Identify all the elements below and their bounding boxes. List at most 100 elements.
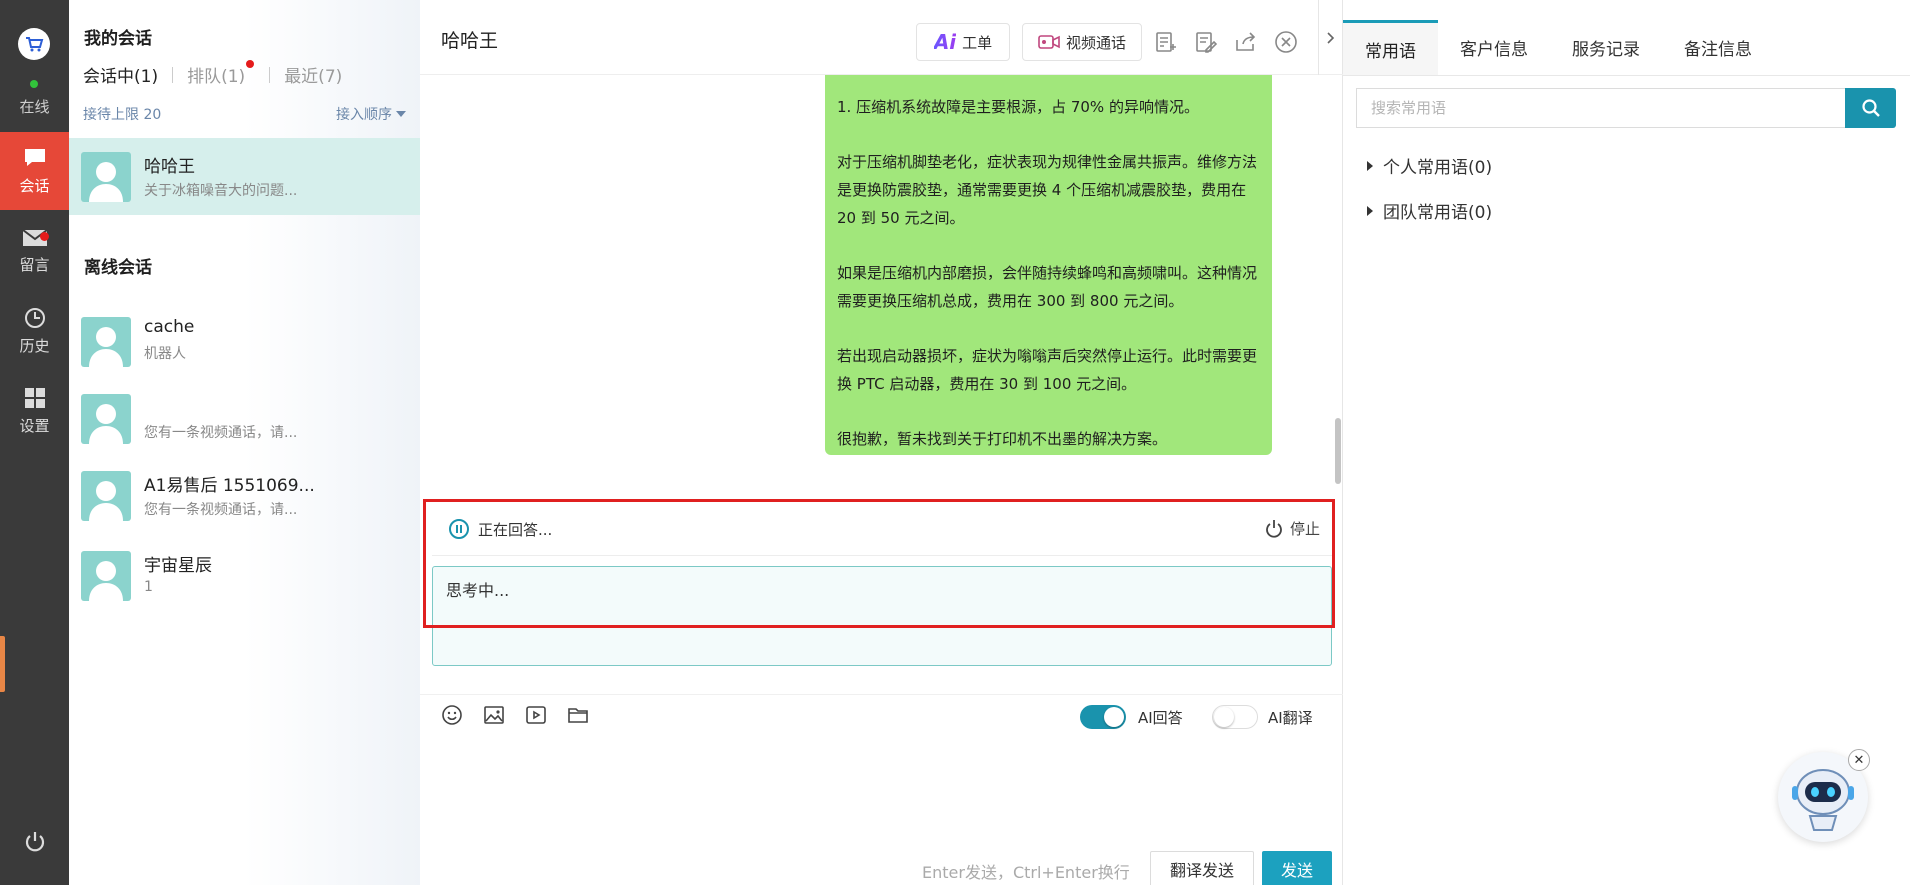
conversation-item-active[interactable]: 哈哈王 关于冰箱噪音大的问题... bbox=[69, 138, 420, 215]
avatar bbox=[81, 471, 131, 521]
sort-order-dropdown[interactable]: 接入顺序 bbox=[336, 104, 406, 124]
video-icon[interactable] bbox=[524, 703, 548, 727]
user-avatar-icon bbox=[89, 561, 123, 601]
group-team-replies[interactable]: 团队常用语(0) bbox=[1367, 198, 1492, 223]
conversation-item[interactable]: A1易售后 1551069... 您有一条视频通话，请... bbox=[69, 457, 420, 534]
tab-customer-info[interactable]: 客户信息 bbox=[1438, 20, 1550, 75]
caret-right-icon bbox=[1367, 160, 1373, 171]
image-icon[interactable] bbox=[482, 703, 506, 727]
message-paragraph: 如果是压缩机内部磨损，会伴随持续蜂鸣和高频啸叫。这种情况需要更换压缩机总成，费用… bbox=[837, 264, 1258, 310]
highlight-annotation-box bbox=[423, 499, 1335, 628]
transfer-icon[interactable] bbox=[1234, 30, 1258, 54]
chat-icon bbox=[24, 148, 45, 166]
user-avatar-icon bbox=[89, 404, 123, 444]
conversation-preview: 您有一条视频通话，请... bbox=[144, 502, 298, 518]
tab-queue-label: 排队(1) bbox=[187, 67, 246, 87]
clock-icon bbox=[24, 307, 45, 328]
toggle-knob bbox=[1104, 707, 1124, 727]
quick-reply-search bbox=[1356, 88, 1896, 128]
rail-item-label: 历史 bbox=[19, 336, 50, 355]
user-avatar-icon bbox=[89, 327, 123, 367]
conversation-name: A1易售后 1551069... bbox=[144, 476, 315, 496]
tab-queue[interactable]: 排队(1) bbox=[187, 60, 255, 87]
message-paragraph: 1. 压缩机系统故障是主要根源，占 70% 的异响情况。 bbox=[837, 98, 1199, 116]
close-session-icon[interactable] bbox=[1274, 30, 1298, 54]
rail-item-messages[interactable]: 留言 bbox=[0, 212, 69, 290]
caret-right-icon bbox=[1367, 205, 1373, 216]
tab-quick-replies[interactable]: 常用语 bbox=[1343, 20, 1438, 75]
translate-send-button[interactable]: 翻译发送 bbox=[1150, 851, 1254, 885]
avatar bbox=[81, 317, 131, 367]
grid-icon bbox=[24, 387, 45, 408]
quick-reply-search-input[interactable] bbox=[1356, 88, 1845, 128]
rail-item-label: 留言 bbox=[19, 255, 50, 274]
conversation-preview: 机器人 bbox=[144, 346, 186, 362]
emoji-icon[interactable] bbox=[440, 703, 464, 727]
group-label: 个人常用语(0) bbox=[1383, 158, 1493, 178]
conversation-tabs: 会话中(1) 排队(1) 最近(7) bbox=[83, 60, 342, 87]
chat-title: 哈哈王 bbox=[441, 30, 499, 52]
ticket-button-label: 工单 bbox=[962, 33, 993, 52]
conversation-preview: 您有一条视频通话，请... bbox=[144, 425, 298, 441]
rail-edge-marker bbox=[0, 636, 5, 692]
message-scrollbar[interactable] bbox=[1335, 418, 1341, 484]
tab-recent[interactable]: 最近(7) bbox=[284, 62, 342, 87]
message-paragraph: 若出现启动器损坏，症状为嗡嗡声后突然停止运行。此时需要更换 PTC 启动器，费用… bbox=[837, 347, 1258, 393]
toggle-knob bbox=[1214, 707, 1234, 727]
rail-item-label: 设置 bbox=[19, 416, 50, 435]
add-note-icon[interactable] bbox=[1154, 30, 1178, 54]
chevron-right-icon bbox=[1327, 31, 1335, 44]
sort-order-label: 接入顺序 bbox=[336, 107, 392, 123]
ai-reply-toggle[interactable] bbox=[1080, 705, 1126, 729]
conversation-name: cache bbox=[144, 317, 195, 337]
user-avatar-icon bbox=[89, 481, 123, 521]
chat-panel: 哈哈王 Ai 工单 视频通话 1. 压缩机系统故障是主要根源，占 70% 的异响… bbox=[420, 0, 1343, 885]
message-history: 1. 压缩机系统故障是主要根源，占 70% 的异响情况。 对于压缩机脚垫老化，症… bbox=[420, 75, 1343, 490]
tab-divider bbox=[172, 66, 174, 83]
avatar bbox=[81, 152, 131, 202]
rail-item-chat[interactable]: 会话 bbox=[0, 132, 69, 210]
folder-icon[interactable] bbox=[566, 703, 590, 727]
expand-panel-toggle[interactable] bbox=[1318, 0, 1343, 75]
avatar bbox=[81, 394, 131, 444]
group-label: 团队常用语(0) bbox=[1383, 203, 1493, 223]
tab-notes[interactable]: 备注信息 bbox=[1662, 20, 1774, 75]
conversation-item[interactable]: 宇宙星辰 1 bbox=[69, 537, 420, 614]
close-robot-button[interactable]: ✕ bbox=[1848, 749, 1870, 771]
conversation-preview: 1 bbox=[144, 579, 153, 595]
tab-active-sessions[interactable]: 会话中(1) bbox=[83, 62, 158, 87]
conversation-name: 宇宙星辰 bbox=[144, 556, 212, 576]
online-status-dot bbox=[30, 80, 38, 88]
message-paragraph: 很抱歉，暂未找到关于打印机不出墨的解决方案。 bbox=[837, 430, 1168, 448]
shop-logo-icon[interactable] bbox=[18, 28, 50, 60]
search-icon bbox=[1861, 99, 1880, 117]
video-call-button[interactable]: 视频通话 bbox=[1022, 23, 1142, 61]
search-button[interactable] bbox=[1845, 88, 1896, 128]
ai-translate-toggle[interactable] bbox=[1212, 705, 1258, 729]
group-personal-replies[interactable]: 个人常用语(0) bbox=[1367, 153, 1492, 178]
rail-item-label: 会话 bbox=[19, 176, 50, 195]
conversation-item[interactable]: 您有一条视频通话，请... bbox=[69, 380, 420, 457]
tab-service-records[interactable]: 服务记录 bbox=[1550, 20, 1662, 75]
chat-header: 哈哈王 Ai 工单 视频通话 bbox=[420, 0, 1343, 75]
reception-limit: 接待上限 20 bbox=[83, 107, 162, 123]
rail-item-history[interactable]: 历史 bbox=[0, 292, 69, 370]
message-paragraph: 对于压缩机脚垫老化，症状表现为规律性金属共振声。维修方法是更换防震胶垫，通常需要… bbox=[837, 153, 1258, 227]
user-avatar-icon bbox=[89, 162, 123, 202]
online-status-label[interactable]: 在线 bbox=[0, 96, 69, 117]
avatar bbox=[81, 551, 131, 601]
queue-badge bbox=[246, 60, 255, 68]
ai-translate-label: AI翻译 bbox=[1268, 709, 1313, 727]
my-conversations-title: 我的会话 bbox=[84, 29, 152, 49]
video-call-label: 视频通话 bbox=[1065, 33, 1126, 52]
send-button[interactable]: 发送 bbox=[1262, 851, 1332, 885]
logout-button[interactable] bbox=[0, 830, 69, 854]
input-toolbar: AI回答 AI翻译 bbox=[420, 694, 1343, 734]
conversation-item[interactable]: cache 机器人 bbox=[69, 303, 420, 380]
left-nav-rail: 在线 会话 留言 历史 设置 bbox=[0, 0, 69, 885]
rail-item-settings[interactable]: 设置 bbox=[0, 372, 69, 450]
edit-note-icon[interactable] bbox=[1194, 30, 1218, 54]
conversation-name: 哈哈王 bbox=[144, 157, 195, 177]
ticket-button[interactable]: Ai 工单 bbox=[916, 23, 1010, 61]
side-panel-tabs: 常用语 客户信息 服务记录 备注信息 bbox=[1343, 20, 1910, 76]
